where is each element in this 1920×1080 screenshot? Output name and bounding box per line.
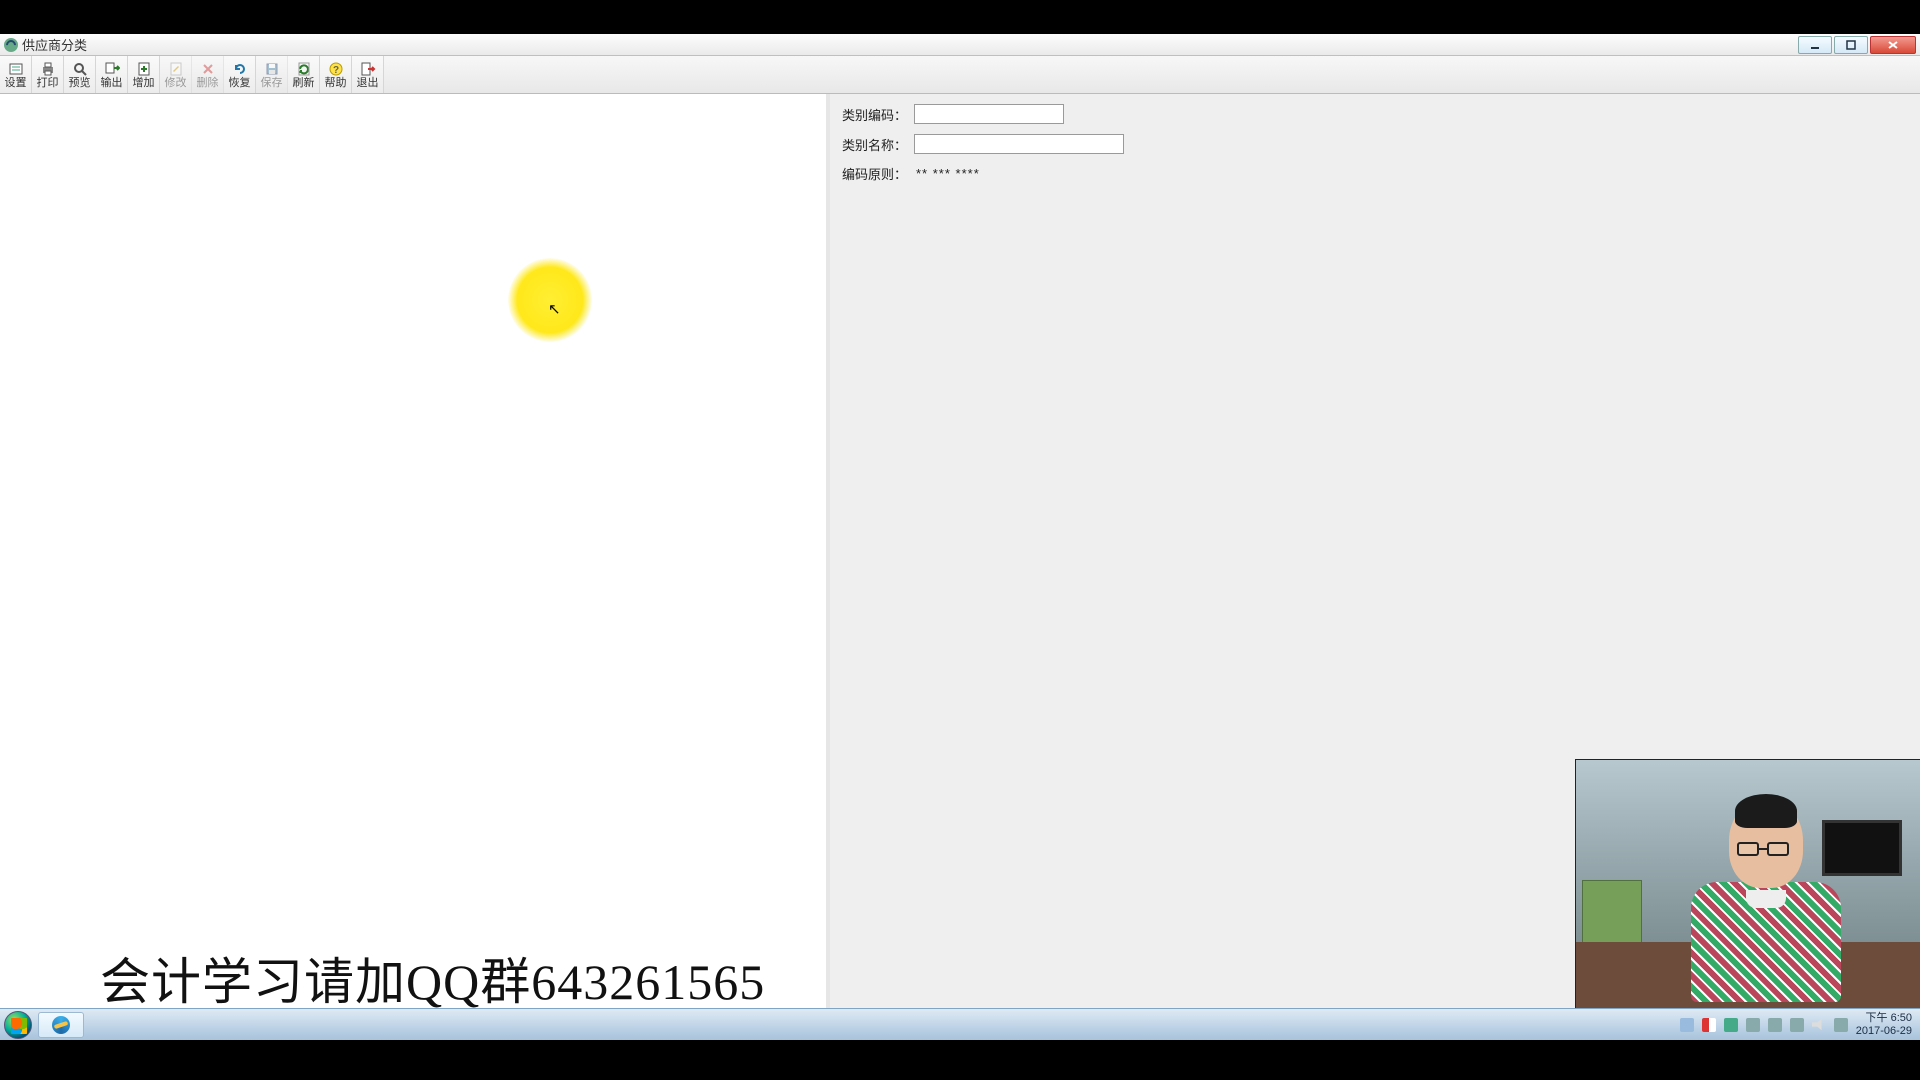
clock-date: 2017-06-29	[1856, 1025, 1912, 1037]
tray-action-center-icon[interactable]	[1702, 1018, 1716, 1032]
tray-generic-icon[interactable]	[1790, 1018, 1804, 1032]
toolbar-label: 退出	[357, 78, 379, 89]
rule-label: 编码原则：	[842, 164, 914, 183]
tray-volume-icon[interactable]	[1812, 1018, 1826, 1032]
click-highlight	[508, 258, 592, 342]
system-tray: 下午 6:50 2017-06-29	[1680, 1012, 1916, 1036]
minimize-button[interactable]	[1798, 36, 1832, 54]
toolbar-label: 保存	[261, 78, 283, 89]
modify-button: 修改	[160, 56, 192, 93]
output-icon	[104, 61, 120, 77]
name-input[interactable]	[914, 134, 1124, 154]
tray-generic-icon[interactable]	[1768, 1018, 1782, 1032]
help-icon: ?	[328, 61, 344, 77]
start-button[interactable]	[4, 1011, 32, 1039]
maximize-button[interactable]	[1834, 36, 1868, 54]
window-title: 供应商分类	[22, 35, 87, 54]
title-bar: 供应商分类	[0, 34, 1920, 56]
help-button[interactable]: ? 帮助	[320, 56, 352, 93]
watermark-text: 会计学习请加QQ群643261565	[100, 942, 765, 1014]
toolbar-label: 设置	[5, 78, 27, 89]
add-icon	[136, 61, 152, 77]
name-label: 类别名称：	[842, 135, 914, 154]
tray-generic-icon[interactable]	[1746, 1018, 1760, 1032]
preview-icon	[72, 61, 88, 77]
delete-icon	[200, 61, 216, 77]
app-icon	[4, 38, 18, 52]
toolbar-label: 打印	[37, 78, 59, 89]
save-button: 保存	[256, 56, 288, 93]
refresh-button[interactable]: 刷新	[288, 56, 320, 93]
tree-pane: ↖ 会计学习请加QQ群643261565	[0, 94, 830, 1040]
toolbar-label: 修改	[165, 78, 187, 89]
code-label: 类别编码：	[842, 105, 914, 124]
close-button[interactable]	[1870, 36, 1916, 54]
restore-icon	[232, 61, 248, 77]
toolbar: 设置打印预览输出增加修改删除恢复保存刷新? 帮助退出	[0, 56, 1920, 94]
toolbar-label: 增加	[133, 78, 155, 89]
taskbar-clock[interactable]: 下午 6:50 2017-06-29	[1856, 1012, 1912, 1036]
restore-button[interactable]: 恢复	[224, 56, 256, 93]
refresh-icon	[296, 61, 312, 77]
taskbar-app-ie[interactable]	[38, 1012, 84, 1038]
tray-generic-icon[interactable]	[1834, 1018, 1848, 1032]
clock-time: 下午 6:50	[1856, 1012, 1912, 1024]
add-button[interactable]: 增加	[128, 56, 160, 93]
modify-icon	[168, 61, 184, 77]
code-input[interactable]	[914, 104, 1064, 124]
toolbar-label: 预览	[69, 78, 91, 89]
output-button[interactable]: 输出	[96, 56, 128, 93]
print-button[interactable]: 打印	[32, 56, 64, 93]
webcam-overlay	[1575, 759, 1920, 1014]
preview-button[interactable]: 预览	[64, 56, 96, 93]
toolbar-label: 帮助	[325, 78, 347, 89]
exit-icon	[360, 61, 376, 77]
exit-button[interactable]: 退出	[352, 56, 384, 93]
toolbar-label: 删除	[197, 78, 219, 89]
rule-value: ** *** ****	[914, 166, 980, 181]
toolbar-label: 刷新	[293, 78, 315, 89]
svg-text:?: ?	[332, 65, 338, 76]
delete-button: 删除	[192, 56, 224, 93]
settings-button[interactable]: 设置	[0, 56, 32, 93]
print-icon	[40, 61, 56, 77]
settings-icon	[8, 61, 24, 77]
tray-network-icon[interactable]	[1724, 1018, 1738, 1032]
save-icon	[264, 61, 280, 77]
taskbar: 下午 6:50 2017-06-29	[0, 1008, 1920, 1040]
toolbar-label: 输出	[101, 78, 123, 89]
tray-chevron-icon[interactable]	[1680, 1018, 1694, 1032]
ie-icon	[52, 1016, 70, 1034]
toolbar-label: 恢复	[229, 78, 251, 89]
